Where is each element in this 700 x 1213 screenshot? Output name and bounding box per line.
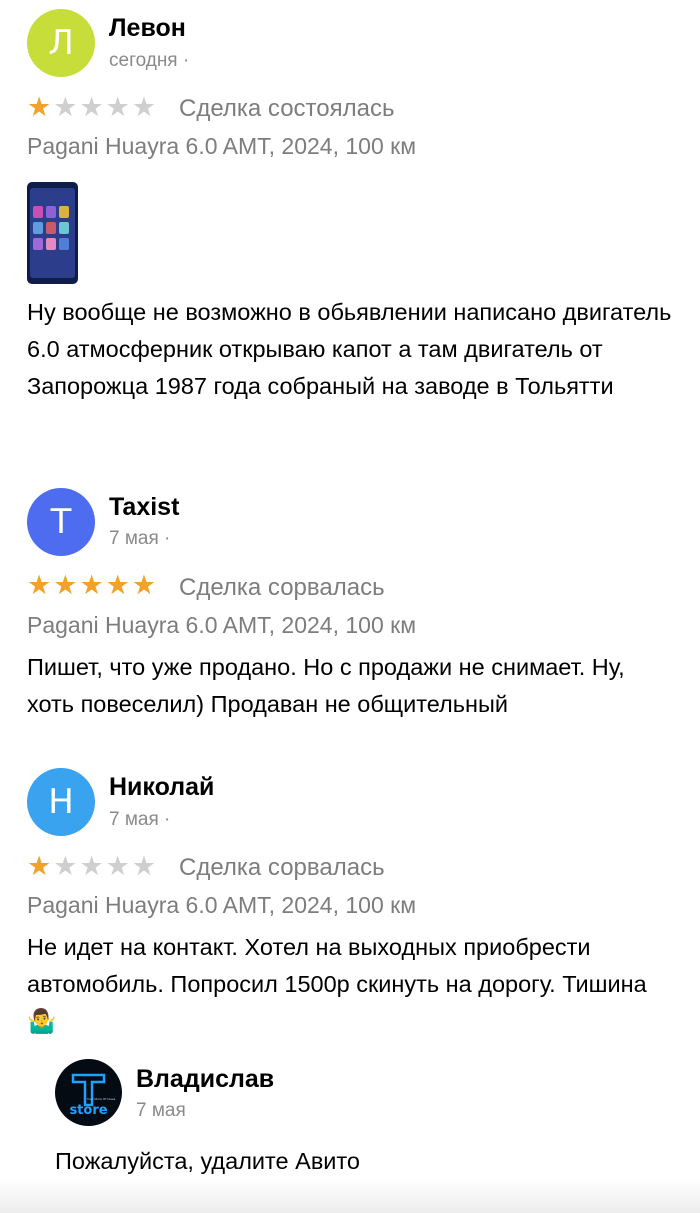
listing-title[interactable]: Pagani Huayra 6.0 AMT, 2024, 100 км: [27, 133, 416, 160]
star-filled-icon: ★: [105, 570, 130, 601]
deal-status: Сделка сорвалась: [179, 574, 385, 601]
star-empty-icon: ★: [53, 851, 78, 882]
seller-avatar[interactable]: store Your Store Of Ideas: [55, 1059, 122, 1126]
review-date: 7 мая ·: [109, 528, 171, 549]
store-logo-small: Your Store Of Ideas: [87, 1097, 116, 1101]
star-filled-icon: ★: [27, 851, 52, 882]
rating-stars: ★ ★ ★ ★ ★: [27, 94, 156, 121]
star-empty-icon: ★: [131, 92, 157, 123]
phone-screen: [30, 188, 75, 278]
review-date: 7 мая ·: [109, 809, 171, 830]
reviewer-name[interactable]: Николай: [109, 773, 214, 802]
reviewer-name[interactable]: Левон: [109, 14, 186, 43]
avatar[interactable]: Л: [27, 9, 95, 77]
listing-title[interactable]: Pagani Huayra 6.0 AMT, 2024, 100 км: [27, 892, 416, 919]
star-empty-icon: ★: [105, 92, 130, 123]
store-logo-icon: store Your Store Of Ideas: [69, 1073, 116, 1118]
review-photo-thumbnail[interactable]: [27, 182, 78, 284]
star-filled-icon: ★: [79, 570, 104, 601]
reply-date: 7 мая: [136, 1100, 186, 1121]
listing-title[interactable]: Pagani Huayra 6.0 AMT, 2024, 100 км: [27, 612, 416, 639]
star-empty-icon: ★: [79, 851, 104, 882]
star-empty-icon: ★: [131, 851, 157, 882]
star-filled-icon: ★: [27, 92, 52, 123]
store-logo-word: store: [69, 1103, 107, 1118]
star-filled-icon: ★: [27, 570, 52, 601]
star-filled-icon: ★: [131, 570, 157, 601]
seller-name[interactable]: Владислав: [136, 1065, 274, 1094]
deal-status: Сделка сорвалась: [179, 854, 385, 881]
star-filled-icon: ★: [53, 570, 78, 601]
bottom-fade: [0, 1178, 700, 1213]
star-empty-icon: ★: [105, 851, 130, 882]
deal-status: Сделка состоялась: [179, 95, 395, 122]
reviewer-name[interactable]: Taxist: [109, 493, 179, 522]
reply-text: Пожалуйста, удалите Авито: [55, 1148, 360, 1174]
star-empty-icon: ★: [79, 92, 104, 123]
review-date: сегодня ·: [109, 50, 190, 71]
star-empty-icon: ★: [53, 92, 78, 123]
rating-stars: ★ ★ ★ ★ ★: [27, 853, 156, 880]
review-text: Ну вообще не возможно в обьявлении напис…: [27, 299, 672, 399]
rating-stars: ★ ★ ★ ★ ★: [27, 572, 156, 599]
avatar[interactable]: Н: [27, 768, 95, 836]
review-text: Пишет, что уже продано. Но с продажи не …: [27, 654, 625, 717]
review-text: Не идет на контакт. Хотел на выходных пр…: [27, 934, 647, 1034]
avatar[interactable]: T: [27, 488, 95, 556]
